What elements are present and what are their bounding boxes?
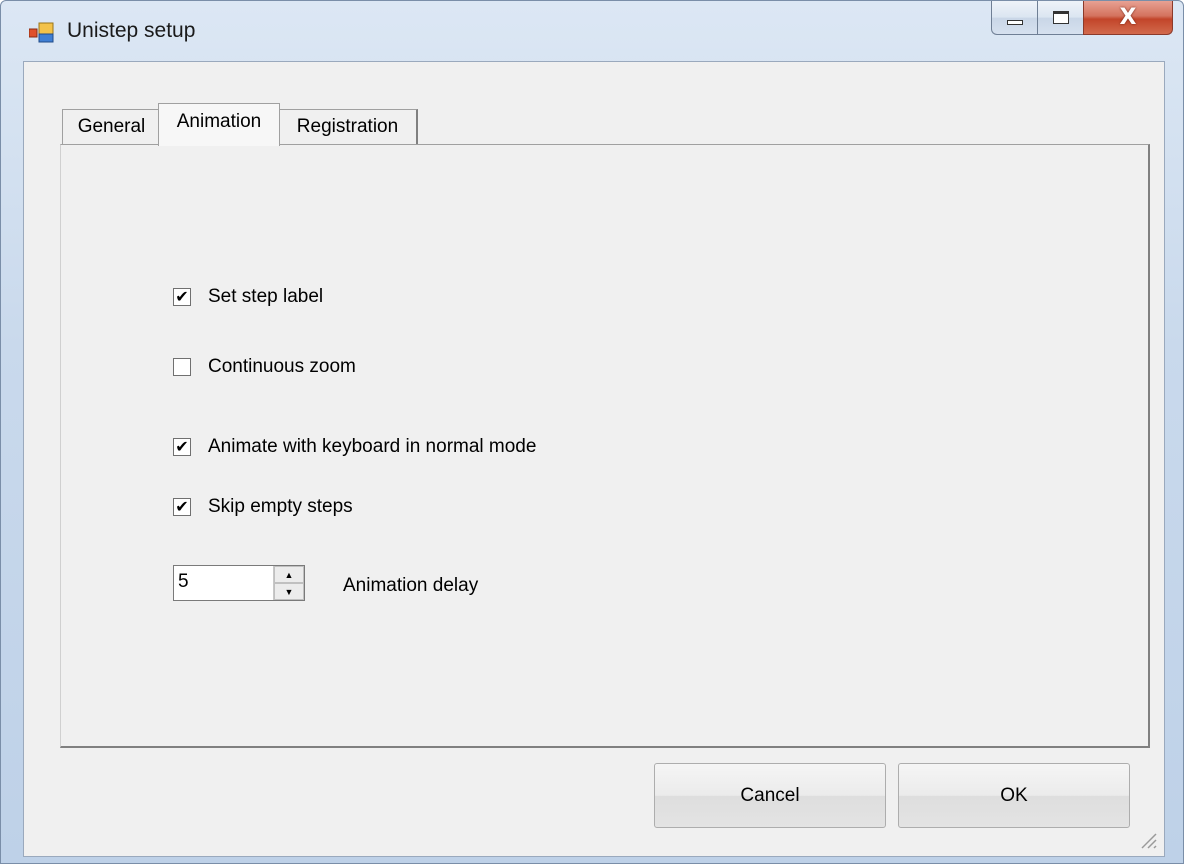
animation-delay-spinner[interactable]: 5 ▲ ▼ (173, 565, 305, 601)
animate-keyboard-label: Animate with keyboard in normal mode (208, 436, 537, 457)
set-step-label-checkbox[interactable]: ✔ (173, 288, 191, 306)
animate-keyboard-checkbox[interactable]: ✔ (173, 438, 191, 456)
set-step-label-label: Set step label (208, 286, 324, 307)
arrow-down-icon: ▼ (284, 586, 294, 597)
skip-empty-steps-option[interactable]: ✔ Skip empty steps (173, 495, 353, 519)
skip-empty-steps-checkbox[interactable]: ✔ (173, 498, 191, 516)
arrow-up-icon: ▲ (284, 569, 294, 580)
dialog-window: Unistep setup X General Animation Regist… (0, 0, 1184, 864)
maximize-icon (1052, 11, 1069, 24)
dialog-client-area: General Animation Registration ✔ Set ste… (23, 61, 1165, 857)
resize-grip-icon[interactable] (1136, 828, 1158, 850)
skip-empty-steps-label: Skip empty steps (208, 496, 353, 517)
title-bar[interactable]: Unistep setup X (1, 1, 1183, 61)
animation-delay-label: Animation delay (343, 575, 479, 596)
cancel-button[interactable]: Cancel (654, 763, 886, 828)
close-icon: X (1119, 4, 1137, 30)
spinner-down-button[interactable]: ▼ (274, 583, 304, 600)
spinner-buttons: ▲ ▼ (273, 566, 304, 600)
continuous-zoom-option[interactable]: Continuous zoom (173, 355, 356, 379)
maximize-button[interactable] (1037, 1, 1083, 35)
spinner-up-button[interactable]: ▲ (274, 566, 304, 583)
window-title: Unistep setup (67, 19, 196, 42)
close-button[interactable]: X (1083, 1, 1173, 35)
continuous-zoom-label: Continuous zoom (208, 356, 356, 377)
animate-keyboard-option[interactable]: ✔ Animate with keyboard in normal mode (173, 435, 536, 459)
animation-tab-panel: ✔ Set step label Continuous zoom ✔ Anima… (60, 144, 1150, 748)
tab-animation[interactable]: Animation (158, 103, 280, 146)
tab-registration[interactable]: Registration (278, 109, 418, 144)
ok-button[interactable]: OK (898, 763, 1130, 828)
set-step-label-option[interactable]: ✔ Set step label (173, 285, 323, 309)
tab-general[interactable]: General (62, 109, 160, 144)
minimize-icon (1006, 20, 1023, 25)
minimize-button[interactable] (991, 1, 1037, 35)
app-icon (29, 22, 54, 43)
animation-delay-value[interactable]: 5 (174, 566, 273, 600)
continuous-zoom-checkbox[interactable] (173, 358, 191, 376)
caption-buttons: X (991, 1, 1173, 37)
